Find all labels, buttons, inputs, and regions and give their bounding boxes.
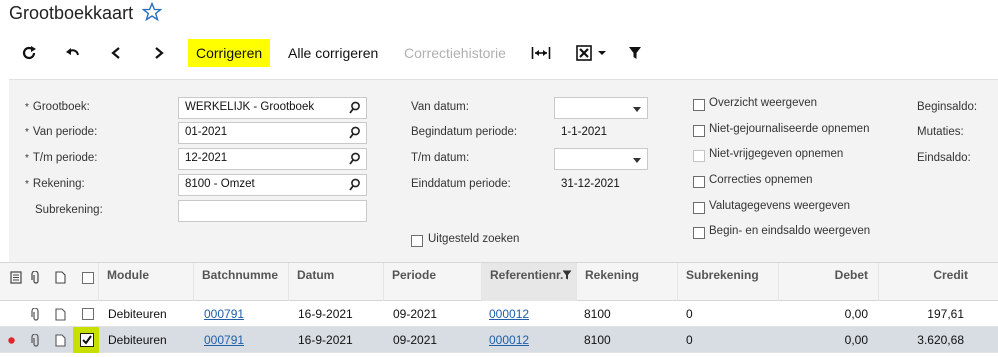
- column-header-rekening[interactable]: Rekening: [576, 263, 677, 301]
- note-icon[interactable]: [55, 271, 66, 284]
- option-checkbox-overzicht[interactable]: [693, 99, 705, 111]
- van-periode-label: * Van periode:: [25, 126, 98, 138]
- cell-periode: 09-2021: [393, 333, 438, 347]
- subrekening-input[interactable]: [178, 200, 367, 222]
- cell-periode: 09-2021: [393, 307, 438, 321]
- tm-periode-label: * T/m periode:: [25, 152, 98, 164]
- cell-rekening: 8100: [584, 333, 611, 347]
- van-periode-input[interactable]: 01-2021: [178, 122, 367, 144]
- option-label-overzicht: Overzicht weergeven: [709, 97, 818, 109]
- grootboek-label: * Grootboek:: [25, 101, 90, 113]
- subrekening-label: Subrekening:: [35, 204, 103, 216]
- favorite-star-icon[interactable]: [142, 2, 162, 22]
- tm-periode-input[interactable]: 12-2021: [178, 148, 367, 170]
- option-checkbox-niet-vrijgegeven[interactable]: [693, 150, 705, 162]
- tm-datum-label: T/m datum:: [411, 152, 470, 164]
- filter-icon[interactable]: [624, 41, 646, 65]
- option-label-correcties: Correcties opnemen: [709, 174, 813, 186]
- cell-rekening: 8100: [584, 307, 611, 321]
- row-checkbox[interactable]: [82, 308, 94, 320]
- attachment-icon[interactable]: [31, 334, 41, 347]
- cell-debet: 0,00: [844, 307, 868, 321]
- option-label-niet-vrijgegeven: Niet-vrijgegeven opnemen: [709, 148, 844, 160]
- column-header-datum[interactable]: Datum: [288, 263, 383, 301]
- column-header-debet[interactable]: Debet: [778, 263, 878, 301]
- eindsaldo-label: Eindsaldo:: [917, 152, 971, 164]
- grid-header: Module Batchnumme Datum Periode Referent…: [0, 262, 998, 301]
- grootboek-input[interactable]: WERKELIJK - Grootboek: [178, 97, 367, 119]
- table-row[interactable]: Debiteuren 000791 16-9-2021 09-2021 0000…: [0, 301, 998, 327]
- attachment-icon[interactable]: [31, 308, 41, 321]
- row-checkbox-checked[interactable]: [80, 333, 94, 347]
- begindatum-periode-label: Begindatum periode:: [411, 126, 518, 138]
- search-icon[interactable]: [349, 152, 361, 166]
- select-all-checkbox[interactable]: [82, 272, 94, 284]
- table-row-selected[interactable]: Debiteuren 000791 16-9-2021 09-2021 0000…: [0, 327, 998, 353]
- einddatum-periode-value: 31-12-2021: [561, 178, 620, 190]
- column-header-credit[interactable]: Credit: [878, 263, 978, 301]
- undo-icon[interactable]: [62, 41, 84, 65]
- column-header-periode[interactable]: Periode: [383, 263, 481, 301]
- page-title: Grootboekkaart: [9, 3, 134, 23]
- search-icon[interactable]: [349, 178, 361, 192]
- correction-history-button[interactable]: Correctiehistorie: [396, 39, 514, 67]
- note-icon[interactable]: [55, 308, 66, 321]
- correct-button[interactable]: Corrigeren: [188, 39, 271, 67]
- attachment-icon[interactable]: [31, 271, 41, 284]
- option-checkbox-saldo[interactable]: [693, 227, 705, 239]
- column-filter-icon[interactable]: [562, 270, 572, 280]
- correct-all-button[interactable]: Alle corrigeren: [280, 39, 386, 67]
- fit-columns-icon[interactable]: [530, 41, 552, 65]
- filter-panel: * Grootboek: * Van periode: * T/m periode: …: [9, 79, 998, 262]
- results-grid: Module Batchnumme Datum Periode Referent…: [0, 262, 998, 357]
- van-datum-label: Van datum:: [411, 101, 469, 113]
- chevron-down-icon[interactable]: [633, 158, 641, 163]
- tm-datum-select[interactable]: [554, 148, 648, 170]
- cell-credit: 197,61: [927, 307, 964, 321]
- cell-datum: 16-9-2021: [298, 333, 353, 347]
- option-checkbox-correcties[interactable]: [693, 176, 705, 188]
- cell-datum: 16-9-2021: [298, 307, 353, 321]
- search-icon[interactable]: [349, 101, 361, 115]
- van-datum-select[interactable]: [554, 97, 648, 119]
- cell-referentie-link[interactable]: 000012: [489, 327, 529, 353]
- uitgesteld-zoeken-label: Uitgesteld zoeken: [428, 233, 520, 245]
- export-excel-icon[interactable]: [576, 41, 610, 65]
- begindatum-periode-value: 1-1-2021: [561, 126, 608, 138]
- note-icon[interactable]: [55, 334, 66, 347]
- rekening-label: * Rekening:: [25, 178, 85, 190]
- column-header-batch[interactable]: Batchnumme: [193, 263, 288, 301]
- option-label-niet-gejournaliseerd: Niet-gejournaliseerde opnemen: [709, 123, 870, 135]
- cell-subrekening: 0: [686, 333, 693, 347]
- uitgesteld-zoeken-checkbox[interactable]: [411, 235, 423, 247]
- files-icon[interactable]: [10, 271, 22, 284]
- option-checkbox-valuta[interactable]: [693, 202, 705, 214]
- option-label-saldo: Begin- en eindsaldo weergeven: [709, 225, 871, 237]
- cell-referentie-link[interactable]: 000012: [489, 301, 529, 327]
- previous-icon[interactable]: [105, 41, 127, 65]
- option-checkbox-niet-gejournaliseerd[interactable]: [693, 125, 705, 137]
- einddatum-periode-label: Einddatum periode:: [411, 178, 511, 190]
- cell-debet: 0,00: [844, 333, 868, 347]
- cell-batch-link[interactable]: 000791: [204, 327, 244, 353]
- beginsaldo-label: Beginsaldo:: [917, 101, 978, 113]
- title-bar: Grootboekkaart: [0, 0, 998, 30]
- cell-module: Debiteuren: [108, 307, 167, 321]
- cell-batch-link[interactable]: 000791: [204, 301, 244, 327]
- cell-module: Debiteuren: [108, 333, 167, 347]
- column-header-referentie[interactable]: Referentienr.: [481, 263, 576, 301]
- column-header-module[interactable]: Module: [98, 263, 193, 301]
- rekening-input[interactable]: 8100 - Omzet: [178, 174, 367, 196]
- option-label-valuta: Valutagegevens weergeven: [709, 200, 851, 212]
- cell-credit: 3.620,68: [917, 333, 964, 347]
- toolbar: Corrigeren Alle corrigeren Correctiehist…: [0, 36, 998, 70]
- next-icon[interactable]: [148, 41, 170, 65]
- refresh-icon[interactable]: [18, 41, 40, 65]
- search-icon[interactable]: [349, 126, 361, 140]
- chevron-down-icon[interactable]: [633, 107, 641, 112]
- mutaties-label: Mutaties:: [917, 126, 964, 138]
- active-row-marker-icon: [8, 337, 15, 344]
- cell-subrekening: 0: [686, 307, 693, 321]
- column-header-subrekening[interactable]: Subrekening: [677, 263, 778, 301]
